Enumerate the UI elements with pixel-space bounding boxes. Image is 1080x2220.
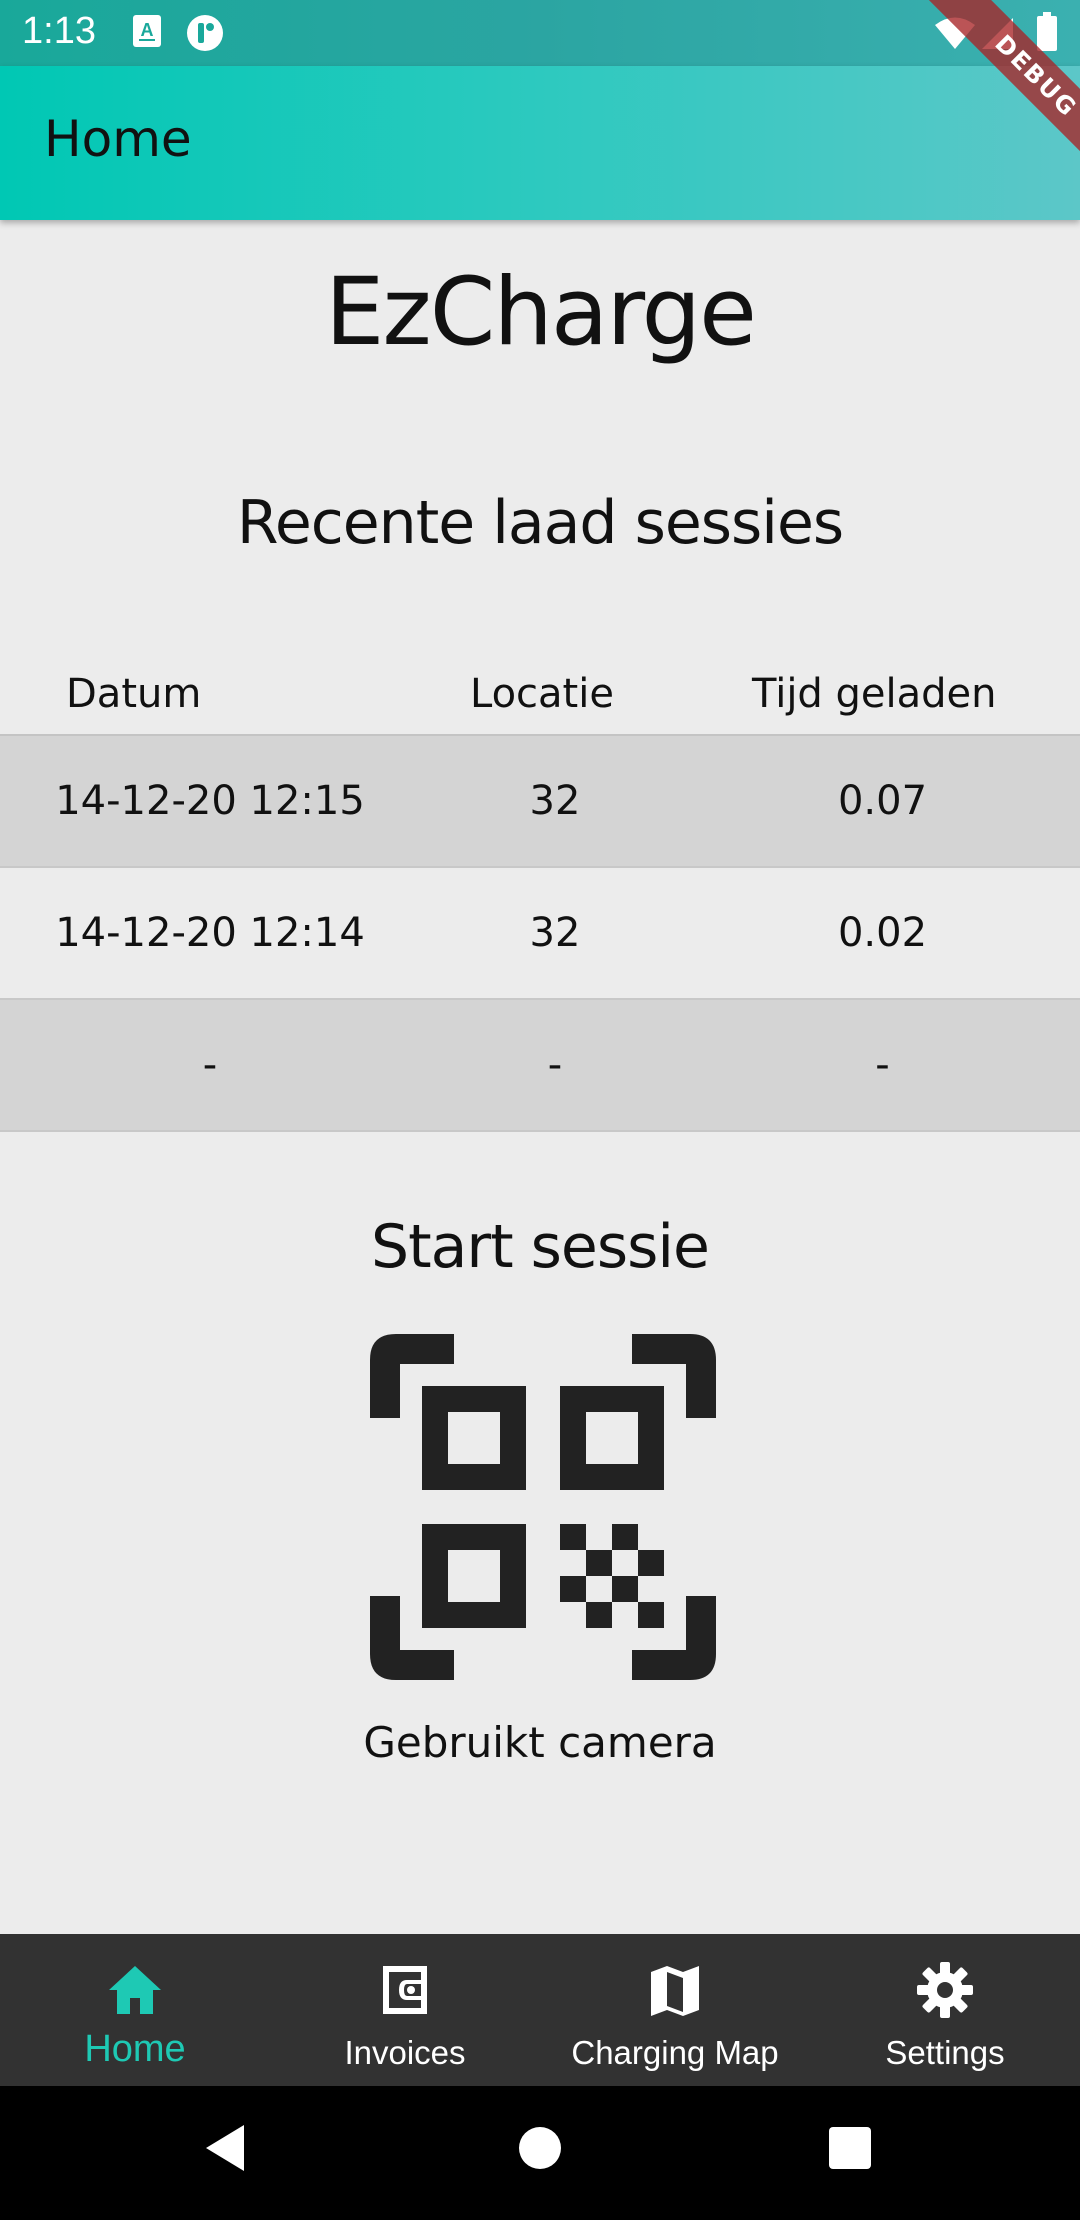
cell-locatie: 32 — [529, 910, 581, 956]
nav-item-home[interactable]: Home — [0, 1934, 270, 2086]
cell-datum: 14-12-20 12:14 — [55, 910, 365, 956]
nav-label-invoices: Invoices — [344, 2034, 466, 2071]
cell-tijd-geladen: 0.07 — [837, 778, 928, 824]
gear-icon — [917, 1962, 973, 2018]
app-bar: Home — [0, 66, 1080, 220]
table-row: 14-12-20 12:14 32 0.02 — [0, 868, 1080, 1000]
nav-label-home: Home — [84, 2028, 186, 2070]
nav-label-settings: Settings — [885, 2034, 1005, 2071]
cell-datum: - — [202, 1042, 218, 1088]
table-row: - - - — [0, 1000, 1080, 1132]
signal-icon — [980, 16, 1014, 54]
column-header-tijd-geladen: Tijd geladen — [752, 671, 997, 717]
bottom-nav: Home Invoices Charging Map Settings — [0, 1934, 1080, 2086]
table-row: 14-12-20 12:15 32 0.07 — [0, 736, 1080, 868]
qr-scan-icon — [370, 1334, 716, 1680]
qr-caption: Gebruikt camera — [363, 1718, 717, 1767]
start-session-title: Start sessie — [371, 1212, 710, 1282]
back-icon[interactable] — [204, 2123, 246, 2177]
battery-icon — [1036, 12, 1058, 56]
sessions-title: Recente laad sessies — [236, 488, 844, 558]
home-circle-icon[interactable] — [518, 2126, 562, 2174]
status-time: 1:13 — [22, 10, 96, 52]
column-header-datum: Datum — [66, 671, 202, 717]
cell-tijd-geladen: - — [875, 1042, 890, 1088]
cell-datum: 14-12-20 12:15 — [55, 778, 365, 824]
column-header-locatie: Locatie — [470, 671, 614, 717]
app-bar-title: Home — [44, 110, 192, 168]
a-notification-icon: A — [132, 14, 162, 52]
cell-locatie: 32 — [529, 778, 581, 824]
nav-item-invoices[interactable]: Invoices — [270, 1934, 540, 2086]
cell-tijd-geladen: 0.02 — [837, 910, 928, 956]
wallet-icon — [383, 1966, 427, 2014]
system-nav-bar — [0, 2086, 1080, 2220]
status-bar: 1:13 A — [0, 0, 1080, 66]
home-icon — [109, 1966, 161, 2014]
wifi-icon — [934, 16, 976, 54]
nav-item-settings[interactable]: Settings — [810, 1934, 1080, 2086]
nav-item-charging-map[interactable]: Charging Map — [540, 1934, 810, 2086]
qr-scan-button[interactable] — [370, 1334, 716, 1680]
brand-title: EzCharge — [324, 258, 757, 367]
svg-text:A: A — [141, 20, 154, 40]
cell-locatie: - — [547, 1042, 563, 1088]
recents-square-icon[interactable] — [828, 2126, 872, 2174]
circle-app-icon — [186, 14, 224, 56]
nav-label-charging-map: Charging Map — [571, 2034, 779, 2071]
map-icon — [651, 1966, 699, 2016]
sessions-table-header: Datum Locatie Tijd geladen — [0, 654, 1080, 736]
